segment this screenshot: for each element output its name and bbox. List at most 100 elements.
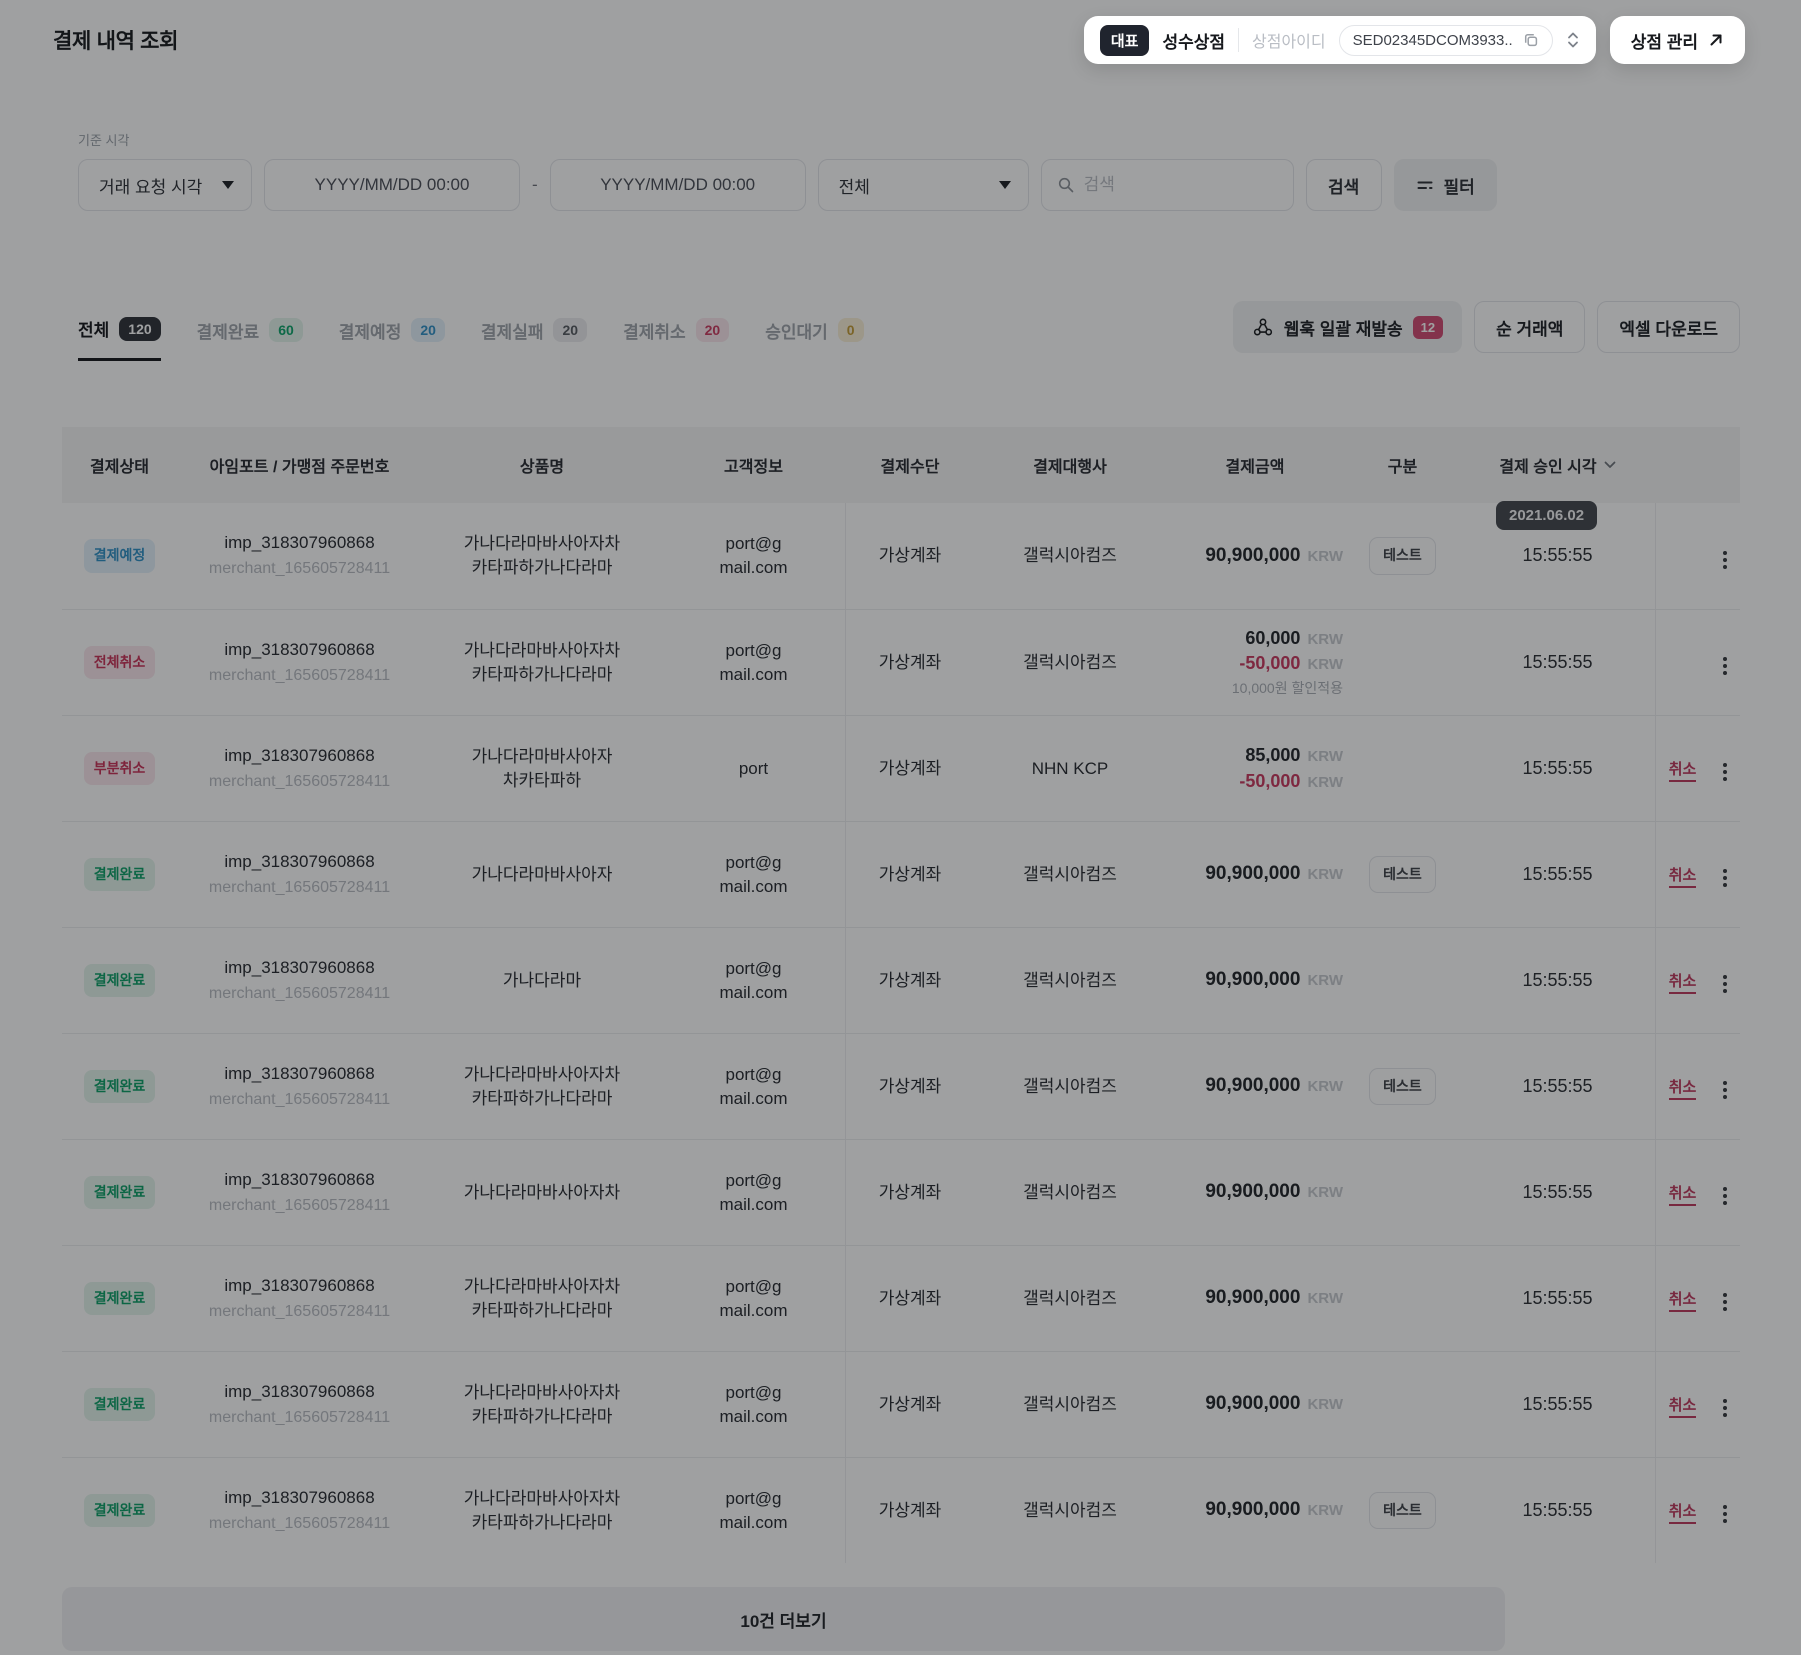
time-type-selected: 거래 요청 시각 xyxy=(99,173,202,198)
date-to-input[interactable] xyxy=(550,159,806,211)
tab-결제실패[interactable]: 결제실패20 xyxy=(481,316,587,361)
filter-button-label: 필터 xyxy=(1444,173,1475,198)
filter-button[interactable]: 필터 xyxy=(1394,159,1497,211)
cancel-link[interactable]: 취소 xyxy=(1669,973,1697,994)
tab-label: 전체 xyxy=(78,316,109,341)
webhook-resend-button[interactable]: 웹훅 일괄 재발송 12 xyxy=(1233,301,1462,353)
order-cell: imp_318307960868 merchant_165605728411 xyxy=(177,1062,422,1111)
column-header-method: 결제수단 xyxy=(845,453,975,477)
amount-cell: 60,000KRW-50,000KRW10,000원 할인적용 xyxy=(1165,626,1345,699)
approved-time: 15:55:55 xyxy=(1460,862,1655,887)
payment-method: 가상계좌 xyxy=(845,757,975,781)
merchant-order-id: merchant_165605728411 xyxy=(177,983,422,1005)
status-badge: 결제완료 xyxy=(84,1494,156,1528)
payment-method: 가상계좌 xyxy=(845,1499,975,1523)
store-manage-button[interactable]: 상점 관리 xyxy=(1610,16,1745,64)
merchant-id-pill[interactable]: SED02345DCOM3933.. xyxy=(1339,25,1553,56)
tab-결제취소[interactable]: 결제취소20 xyxy=(623,316,729,361)
table-row: 결제완료 imp_318307960868 merchant_165605728… xyxy=(62,1351,1740,1457)
copy-icon[interactable] xyxy=(1523,32,1539,48)
tab-승인대기[interactable]: 승인대기0 xyxy=(765,316,863,361)
tab-결제완료[interactable]: 결제완료60 xyxy=(197,316,303,361)
merchant-order-id: merchant_165605728411 xyxy=(177,771,422,793)
amount-cell: 90,900,000KRW xyxy=(1165,543,1345,570)
amount-cell: 90,900,000KRW xyxy=(1165,1285,1345,1312)
merchant-order-id: merchant_165605728411 xyxy=(177,1195,422,1217)
actions-cell xyxy=(1710,1386,1740,1423)
customer-info: port@gmail.com xyxy=(662,1275,845,1323)
cancel-link[interactable]: 취소 xyxy=(1669,1079,1697,1100)
pg-provider: 갤럭시아컴즈 xyxy=(975,1499,1165,1523)
search-button[interactable]: 검색 xyxy=(1306,159,1382,211)
kebab-menu-icon[interactable] xyxy=(1717,1287,1733,1317)
pg-provider: 갤럭시아컴즈 xyxy=(975,1075,1165,1099)
test-badge: 테스트 xyxy=(1369,537,1436,575)
tab-label: 승인대기 xyxy=(765,318,828,343)
status-tabs: 전체 120 결제완료60 결제예정20 결제실패20 결제취소20 승인대기0 xyxy=(62,316,864,361)
kebab-menu-icon[interactable] xyxy=(1717,1499,1733,1529)
tab-count-badge: 120 xyxy=(119,317,160,341)
type-cell: 테스트 xyxy=(1345,1492,1460,1530)
cancel-link[interactable]: 취소 xyxy=(1669,867,1697,888)
merchant-selector[interactable]: 대표 성수상점 상점아이디 SED02345DCOM3933.. xyxy=(1084,16,1596,64)
customer-info: port@gmail.com xyxy=(662,639,845,687)
customer-info: port@gmail.com xyxy=(662,851,845,899)
product-name: 가나다라마바사아자차카타파하가나다라마 xyxy=(422,639,662,687)
table-row: 결제완료 imp_318307960868 merchant_165605728… xyxy=(62,1245,1740,1351)
time-type-select[interactable]: 거래 요청 시각 xyxy=(78,159,252,211)
approved-time: 15:55:55 xyxy=(1460,650,1655,675)
store-manage-label: 상점 관리 xyxy=(1631,28,1698,53)
table-row: 결제완료 imp_318307960868 merchant_165605728… xyxy=(62,1033,1740,1139)
status-badge: 결제완료 xyxy=(84,1176,156,1210)
pg-provider: 갤럭시아컴즈 xyxy=(975,1181,1165,1205)
net-amount-button[interactable]: 순 거래액 xyxy=(1474,301,1585,353)
cancel-link[interactable]: 취소 xyxy=(1669,1397,1697,1418)
date-indicator-chip: 2021.06.02 xyxy=(1496,501,1597,530)
actions-cell xyxy=(1710,1174,1740,1211)
order-cell: imp_318307960868 merchant_165605728411 xyxy=(177,638,422,687)
tab-결제예정[interactable]: 결제예정20 xyxy=(339,316,445,361)
approved-time: 15:55:55 xyxy=(1460,1074,1655,1099)
cancel-cell: 취소 xyxy=(1655,863,1710,887)
merchant-order-id: merchant_165605728411 xyxy=(177,877,422,899)
actions-cell xyxy=(1710,856,1740,893)
kebab-menu-icon[interactable] xyxy=(1717,545,1733,575)
column-header-customer: 고객정보 xyxy=(662,453,845,477)
approved-time: 15:55:55 xyxy=(1460,1498,1655,1523)
type-cell: 테스트 xyxy=(1345,537,1460,575)
up-down-chevron-icon[interactable] xyxy=(1566,30,1580,50)
product-name: 가나다라마바사아자차카타파하가나다라마 xyxy=(422,1381,662,1429)
kebab-menu-icon[interactable] xyxy=(1717,1075,1733,1105)
order-cell: imp_318307960868 merchant_165605728411 xyxy=(177,531,422,580)
kebab-menu-icon[interactable] xyxy=(1717,863,1733,893)
webhook-count-badge: 12 xyxy=(1413,316,1443,339)
tab-전체[interactable]: 전체 120 xyxy=(78,316,161,361)
cancel-link[interactable]: 취소 xyxy=(1669,761,1697,782)
status-cell: 결제완료 xyxy=(62,1282,177,1316)
status-cell: 결제완료 xyxy=(62,1176,177,1210)
scope-select[interactable]: 전체 xyxy=(818,159,1029,211)
kebab-menu-icon[interactable] xyxy=(1717,969,1733,999)
kebab-menu-icon[interactable] xyxy=(1717,651,1733,681)
cancel-link[interactable]: 취소 xyxy=(1669,1291,1697,1312)
status-badge: 부분취소 xyxy=(84,752,156,786)
column-header-approved-time[interactable]: 결제 승인 시각 xyxy=(1460,453,1655,477)
date-from-input[interactable] xyxy=(264,159,520,211)
search-input[interactable] xyxy=(1084,175,1278,195)
cancel-link[interactable]: 취소 xyxy=(1669,1503,1697,1524)
approved-time: 15:55:55 xyxy=(1460,968,1655,993)
column-header-status: 결제상태 xyxy=(62,453,177,477)
order-cell: imp_318307960868 merchant_165605728411 xyxy=(177,1168,422,1217)
kebab-menu-icon[interactable] xyxy=(1717,757,1733,787)
product-name: 가나다라마바사아자 xyxy=(422,863,662,887)
order-id: imp_318307960868 xyxy=(177,850,422,874)
kebab-menu-icon[interactable] xyxy=(1717,1181,1733,1211)
kebab-menu-icon[interactable] xyxy=(1717,1393,1733,1423)
pg-provider: 갤럭시아컴즈 xyxy=(975,544,1165,568)
page-title: 결제 내역 조회 xyxy=(53,25,178,55)
payment-method: 가상계좌 xyxy=(845,1075,975,1099)
load-more-button[interactable]: 10건 더보기 xyxy=(62,1587,1505,1651)
excel-download-button[interactable]: 엑셀 다운로드 xyxy=(1597,301,1740,353)
cancel-link[interactable]: 취소 xyxy=(1669,1185,1697,1206)
status-badge: 결제완료 xyxy=(84,1070,156,1104)
